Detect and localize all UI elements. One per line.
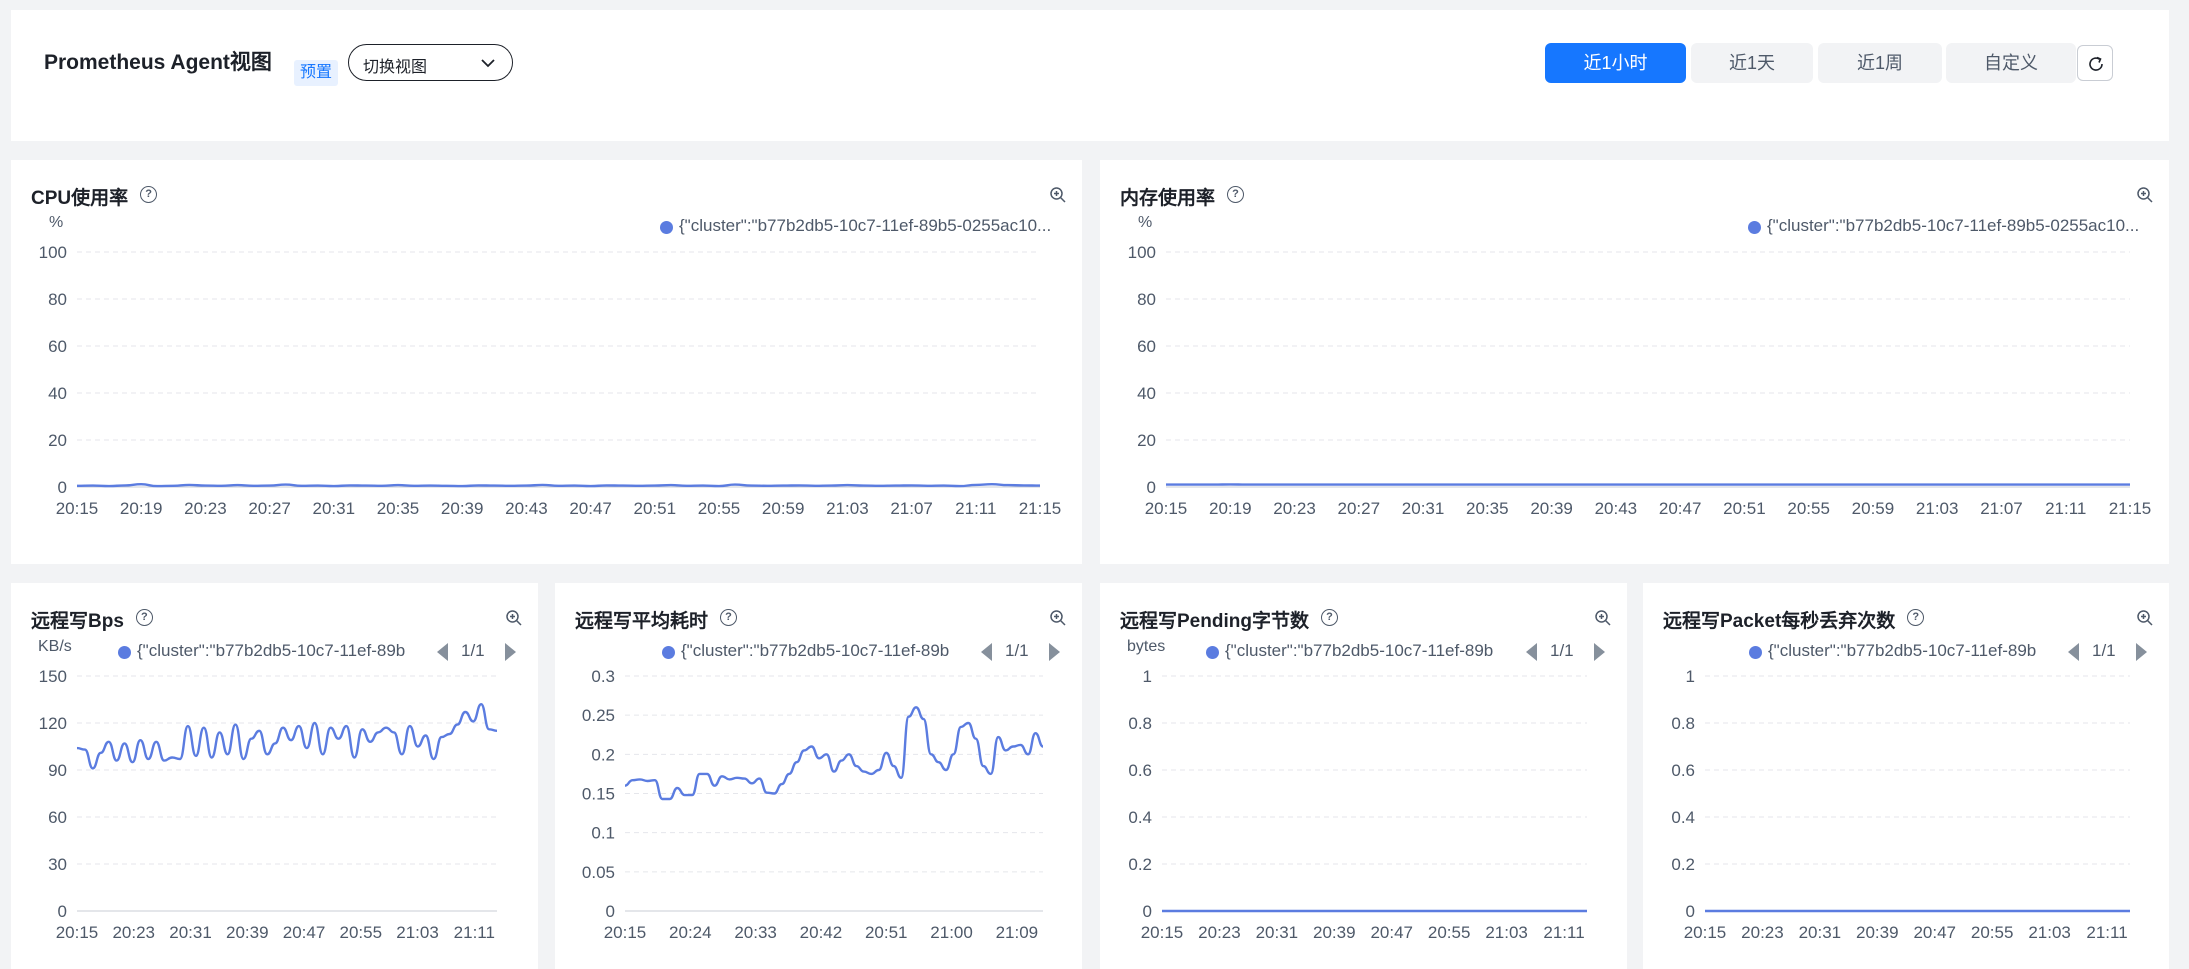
panel-title: 远程写Pending字节数 [1120, 611, 1309, 632]
time-range-1h-button[interactable]: 近1小时 [1545, 43, 1686, 83]
legend-next-page-button[interactable] [505, 643, 516, 661]
panel-title: 远程写平均耗时 [575, 611, 709, 632]
panel-title: 内存使用率 [1120, 188, 1216, 209]
panel-title: 远程写Bps [31, 611, 124, 632]
help-icon[interactable]: ? [720, 609, 738, 626]
help-icon[interactable]: ? [135, 609, 153, 626]
page-title: Prometheus Agent视图 [44, 51, 272, 74]
y-axis-unit: % [1138, 214, 1153, 231]
preset-badge: 预置 [294, 60, 339, 86]
zoom-icon[interactable] [1049, 609, 1067, 627]
legend-page-indicator: 1/1 [2092, 641, 2116, 660]
zoom-icon[interactable] [1049, 186, 1067, 204]
panel-title: 远程写Packet每秒丢弃次数 [1663, 611, 1896, 632]
help-icon[interactable]: ? [140, 186, 158, 203]
y-axis-unit: KB/s [38, 638, 72, 655]
legend-prev-page-button[interactable] [437, 643, 448, 661]
legend-page-indicator: 1/1 [461, 641, 485, 660]
legend-label[interactable]: {"cluster":"b77b2db5-10c7-11ef-89b [1768, 641, 2036, 661]
legend-prev-page-button[interactable] [1526, 643, 1537, 661]
time-range-custom-button[interactable]: 自定义 [1946, 43, 2076, 83]
legend-next-page-button[interactable] [1594, 643, 1605, 661]
legend-next-page-button[interactable] [1049, 643, 1060, 661]
legend-label[interactable]: {"cluster":"b77b2db5-10c7-11ef-89b [1225, 641, 1493, 661]
y-axis-unit: % [49, 214, 64, 231]
help-icon[interactable]: ? [1227, 186, 1245, 203]
legend-dot [1206, 646, 1219, 659]
time-range-1d-button[interactable]: 近1天 [1691, 43, 1813, 83]
legend-page-indicator: 1/1 [1005, 641, 1029, 660]
legend-dot [1748, 221, 1761, 234]
legend-dot [660, 221, 673, 234]
panel-title: CPU使用率 [31, 188, 129, 209]
legend-label[interactable]: {"cluster":"b77b2db5-10c7-11ef-89b [681, 641, 949, 661]
legend-dot [662, 646, 675, 659]
legend-label[interactable]: {"cluster":"b77b2db5-10c7-11ef-89b5-0255… [679, 216, 1051, 236]
legend-prev-page-button[interactable] [2068, 643, 2079, 661]
legend-label[interactable]: {"cluster":"b77b2db5-10c7-11ef-89b [137, 641, 405, 661]
zoom-icon[interactable] [505, 609, 523, 627]
legend-label[interactable]: {"cluster":"b77b2db5-10c7-11ef-89b5-0255… [1767, 216, 2139, 236]
zoom-icon[interactable] [2136, 609, 2154, 627]
legend-next-page-button[interactable] [2136, 643, 2147, 661]
help-icon[interactable]: ? [1320, 609, 1338, 626]
legend-page-indicator: 1/1 [1550, 641, 1574, 660]
chevron-down-icon [481, 59, 495, 68]
view-select-label: 切换视图 [363, 59, 428, 76]
refresh-icon [2089, 56, 2103, 71]
y-axis-unit: bytes [1127, 638, 1166, 655]
zoom-icon[interactable] [1594, 609, 1612, 627]
legend-dot [1749, 646, 1762, 659]
legend-prev-page-button[interactable] [981, 643, 992, 661]
time-range-1w-button[interactable]: 近1周 [1818, 43, 1942, 83]
legend-dot [118, 646, 131, 659]
refresh-button[interactable] [2077, 45, 2113, 81]
view-select-dropdown[interactable]: 切换视图 [348, 44, 513, 81]
zoom-icon[interactable] [2136, 186, 2154, 204]
